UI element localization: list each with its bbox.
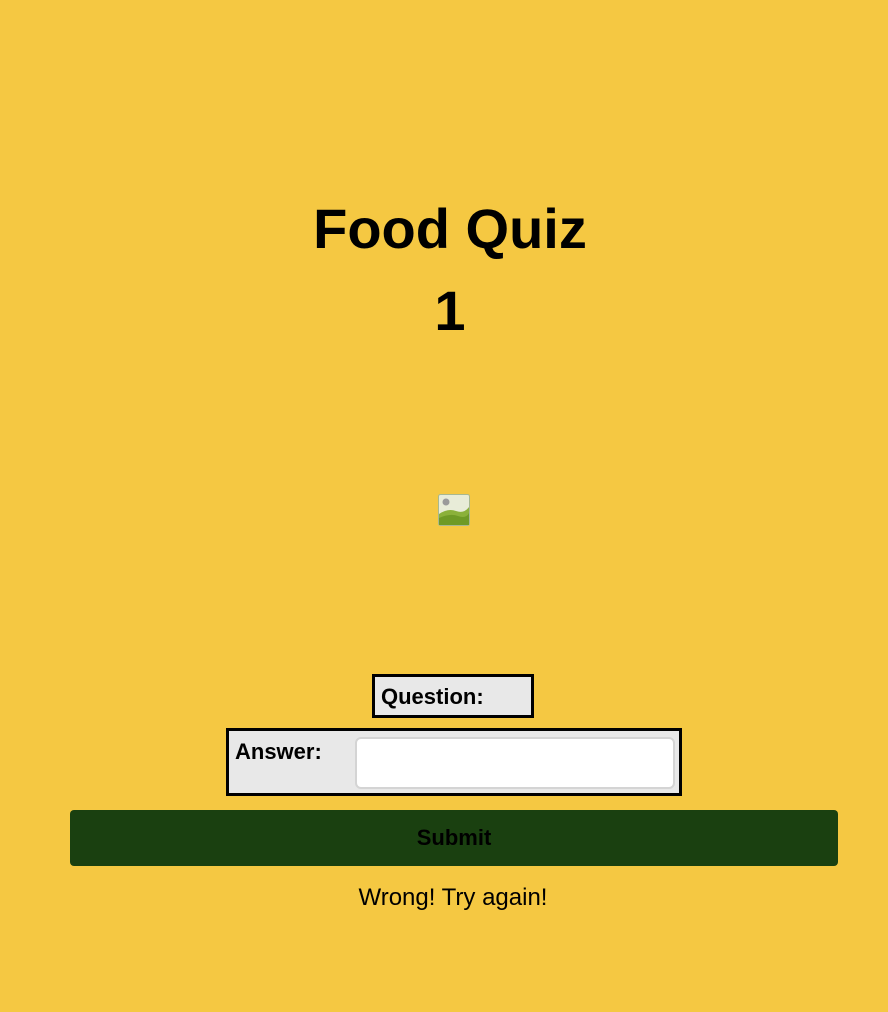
answer-input[interactable]	[355, 737, 675, 789]
answer-box: Answer:	[226, 728, 682, 796]
feedback-message: Wrong! Try again!	[358, 884, 548, 911]
question-counter: 1	[434, 279, 466, 342]
answer-label: Answer:	[235, 739, 322, 764]
question-box: Question:	[372, 674, 534, 718]
question-label: Question:	[381, 684, 484, 709]
quiz-title: Food Quiz	[313, 197, 587, 260]
submit-button[interactable]: Submit	[70, 810, 838, 866]
food-image	[438, 494, 470, 526]
broken-image-icon	[438, 494, 470, 526]
